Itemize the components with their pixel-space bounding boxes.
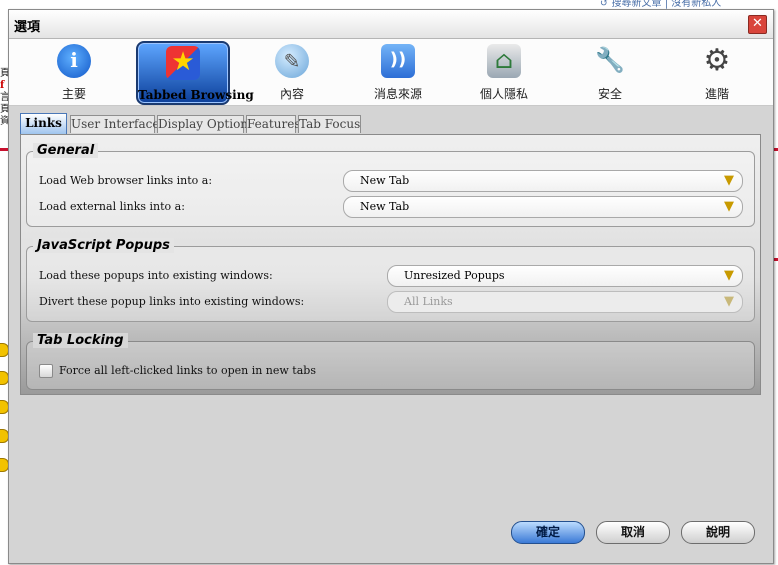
- javascript-popups-group: JavaScript Popups Load these popups into…: [26, 238, 755, 322]
- close-icon: ✕: [752, 16, 763, 31]
- toolbar-item-label: 內容: [279, 87, 304, 101]
- help-button[interactable]: 說明: [681, 521, 755, 544]
- toolbar-item-main[interactable]: 主要: [35, 41, 113, 101]
- toolbar-item-label: 主要: [61, 87, 86, 101]
- ok-button[interactable]: 確定: [511, 521, 585, 544]
- force-new-tabs-checkbox[interactable]: [39, 364, 53, 378]
- dropdown-arrow-icon: ▼: [724, 268, 734, 283]
- info-icon: [57, 44, 91, 78]
- category-toolbar: 主要 Tabbed Browsing 內容 消息來源 個人隱私 安全 進階: [9, 39, 773, 106]
- select-value: Unresized Popups: [404, 269, 505, 282]
- advanced-gear-icon: [700, 43, 734, 78]
- title-bar[interactable]: 選項 ✕: [9, 10, 773, 39]
- background-top-links: ↺ 搜尋新文章 | 沒有新私人: [600, 0, 722, 9]
- content-icon: [275, 44, 309, 78]
- checkbox-label[interactable]: Force all left-clicked links to open in …: [59, 364, 316, 377]
- privacy-icon: [487, 44, 521, 78]
- group-legend: Tab Locking: [33, 333, 128, 348]
- cancel-button[interactable]: 取消: [596, 521, 670, 544]
- dialog-title: 選項: [14, 20, 41, 35]
- tab-user-interface[interactable]: User Interface: [70, 115, 159, 133]
- select-value: New Tab: [360, 200, 410, 213]
- toolbar-item-label: 進階: [704, 87, 729, 101]
- toolbar-item-label: 安全: [597, 87, 622, 101]
- links-panel: General Load Web browser links into a: N…: [20, 134, 761, 395]
- general-group: General Load Web browser links into a: N…: [26, 143, 755, 227]
- dropdown-arrow-icon: ▼: [724, 173, 734, 188]
- close-button[interactable]: ✕: [748, 15, 767, 34]
- rss-feed-icon: [381, 44, 415, 78]
- group-legend: General: [33, 143, 99, 158]
- popups-select[interactable]: Unresized Popups ▼: [387, 265, 743, 287]
- setting-label: Load these popups into existing windows:: [39, 269, 273, 282]
- setting-label: Load external links into a:: [39, 200, 185, 213]
- select-value: All Links: [404, 295, 453, 308]
- dropdown-arrow-icon: ▼: [724, 199, 734, 214]
- group-legend: JavaScript Popups: [33, 238, 174, 253]
- toolbar-item-content[interactable]: 內容: [253, 41, 331, 101]
- toolbar-item-label: Tabbed Browsing: [138, 88, 254, 102]
- options-dialog: 選項 ✕ 主要 Tabbed Browsing 內容 消息來源 個人隱私 安全: [8, 9, 774, 564]
- background-divider: [0, 148, 8, 151]
- external-links-select[interactable]: New Tab ▼: [343, 196, 743, 218]
- tab-display-options[interactable]: Display Options: [157, 115, 254, 133]
- tab-tab-focus[interactable]: Tab Focus: [298, 115, 361, 133]
- web-links-select[interactable]: New Tab ▼: [343, 170, 743, 192]
- tab-features[interactable]: Features: [246, 115, 300, 133]
- security-icon: [593, 44, 627, 78]
- dropdown-arrow-icon: ▼: [724, 294, 734, 309]
- toolbar-item-label: 消息來源: [373, 87, 422, 101]
- setting-label: Load Web browser links into a:: [39, 174, 213, 187]
- toolbar-item-feeds[interactable]: 消息來源: [358, 41, 438, 101]
- divert-popups-select: All Links ▼: [387, 291, 743, 313]
- toolbar-item-security[interactable]: 安全: [571, 41, 649, 101]
- tabbed-browsing-icon: [166, 46, 200, 80]
- select-value: New Tab: [360, 174, 410, 187]
- toolbar-item-advanced[interactable]: 進階: [678, 41, 756, 101]
- toolbar-item-privacy[interactable]: 個人隱私: [463, 41, 545, 101]
- setting-label: Divert these popup links into existing w…: [39, 295, 305, 308]
- toolbar-item-label: 個人隱私: [479, 87, 528, 101]
- toolbar-item-tabbed-browsing[interactable]: Tabbed Browsing: [136, 41, 254, 105]
- tab-locking-group: Tab Locking Force all left-clicked links…: [26, 333, 755, 390]
- tab-links[interactable]: Links: [20, 113, 67, 134]
